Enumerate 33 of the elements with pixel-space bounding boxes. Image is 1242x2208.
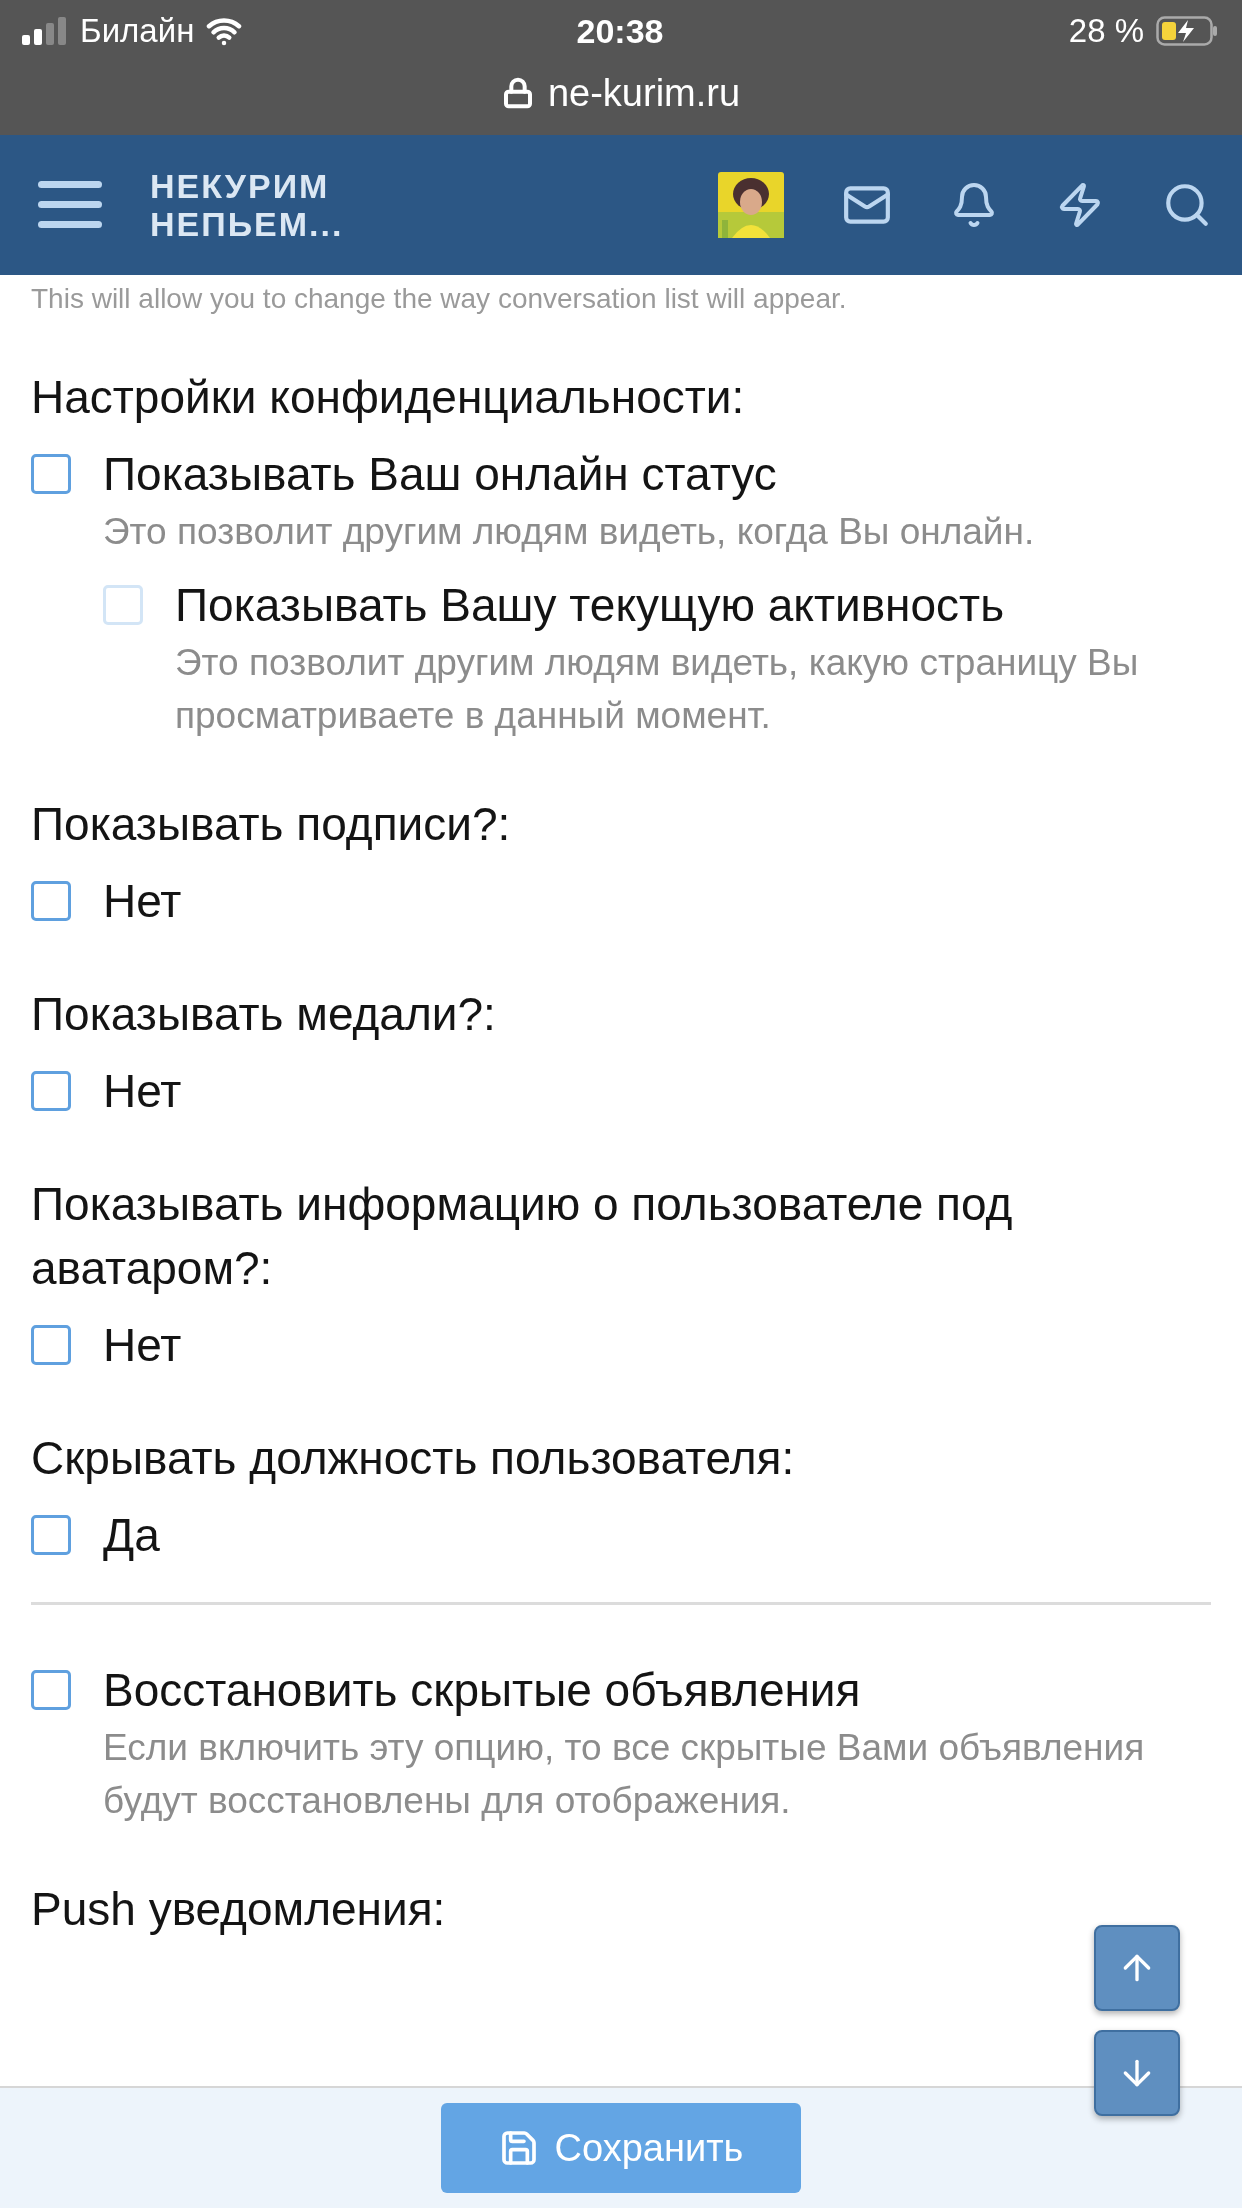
option-description: Если включить эту опцию, то все скрытые Вами объявления будут восстановлены для отображения. [103, 1726, 1146, 1823]
section-heading: Настройки конфиденциальности: [31, 370, 746, 425]
checkbox[interactable] [31, 1071, 71, 1111]
section-heading: Показывать медали?: [31, 987, 497, 1042]
menu-icon[interactable] [38, 179, 102, 231]
checkbox[interactable] [31, 881, 71, 921]
option-label[interactable]: Нет [103, 1060, 1211, 1122]
section-heading: Push уведомления: [31, 1882, 447, 1937]
option-description: Это позволит другим людям видеть, какую страницу Вы просматриваете в данный момент. [175, 641, 1140, 738]
clock: 20:38 [576, 11, 664, 51]
checkbox[interactable] [31, 454, 71, 494]
section-heading: Показывать информацию о пользователе под аватаром?: [31, 1177, 1014, 1296]
checkbox[interactable] [31, 1670, 71, 1710]
section-heading: Скрывать должность пользователя: [31, 1431, 796, 1486]
scroll-down-button[interactable] [1094, 2030, 1180, 2116]
option-label[interactable]: Восстановить скрытые объявления [103, 1659, 1211, 1721]
scroll-up-button[interactable] [1094, 1925, 1180, 2011]
option-label[interactable]: Нет [103, 870, 1211, 932]
lock-icon [501, 77, 534, 109]
carrier-name: Билайн [80, 12, 195, 50]
battery-icon [1156, 16, 1218, 46]
option-label[interactable]: Нет [103, 1314, 1211, 1376]
site-logo[interactable]: НЕКУРИМ НЕПЬЕМ... [150, 167, 344, 243]
option-label[interactable]: Показывать Ваш онлайн статус [103, 443, 1211, 505]
signal-icon [22, 17, 68, 45]
checkbox[interactable] [31, 1325, 71, 1365]
option-description: Это позволит другим людям видеть, когда Вы онлайн. [103, 510, 1036, 554]
option-label[interactable]: Да [103, 1504, 1211, 1566]
checkbox[interactable] [31, 1515, 71, 1555]
battery-percent: 28 % [1068, 12, 1144, 50]
page-url[interactable]: ne-kurim.ru [547, 71, 741, 115]
intro-text: This will allow you to change the way conversation list will appear. [30, 282, 848, 315]
section-heading: Показывать подписи?: [31, 797, 512, 852]
